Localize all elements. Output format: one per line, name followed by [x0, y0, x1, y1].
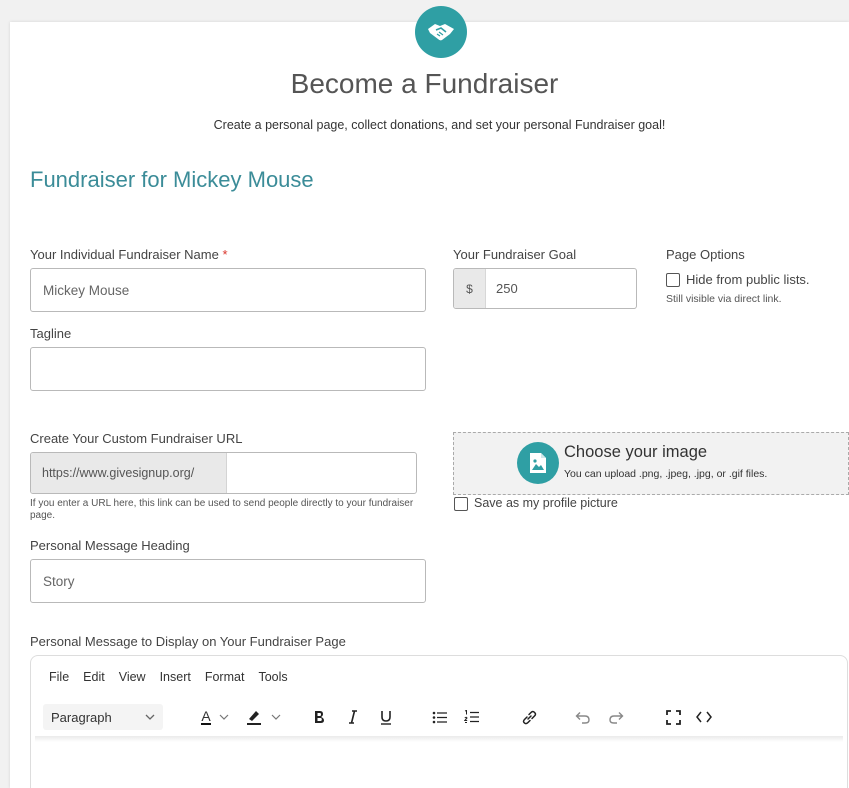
- image-file-icon: [530, 453, 546, 473]
- handshake-badge: [415, 6, 467, 58]
- italic-button[interactable]: [340, 704, 366, 730]
- source-code-button[interactable]: [691, 704, 717, 730]
- block-format-value: Paragraph: [51, 709, 112, 725]
- upload-title: Choose your image: [564, 443, 708, 461]
- highlight-button[interactable]: [241, 704, 285, 730]
- tagline-input[interactable]: [30, 347, 426, 391]
- page-title: Become a Fundraiser: [290, 68, 559, 99]
- bold-button[interactable]: [306, 704, 332, 730]
- chevron-down-icon: [271, 714, 281, 720]
- chevron-down-icon: [219, 714, 229, 720]
- fundraiser-name-input[interactable]: Mickey Mouse: [30, 268, 426, 312]
- hide-public-checkbox[interactable]: [666, 273, 680, 287]
- hide-public-label: Hide from public lists.: [686, 272, 810, 287]
- menu-insert[interactable]: Insert: [160, 670, 191, 684]
- page-subtitle: Create a personal page, collect donation…: [213, 118, 666, 132]
- redo-icon: [609, 711, 624, 724]
- text-color-icon: A: [201, 707, 211, 725]
- url-help-text: If you enter a URL here, this link can b…: [30, 498, 414, 521]
- name-label-text: Your Individual Fundraiser Name: [30, 247, 219, 262]
- name-label: Your Individual Fundraiser Name *: [30, 247, 228, 262]
- numbered-list-button[interactable]: [459, 704, 485, 730]
- menu-format[interactable]: Format: [205, 670, 245, 684]
- undo-icon: [575, 711, 590, 724]
- goal-label: Your Fundraiser Goal: [453, 247, 577, 262]
- hide-public-note: Still visible via direct link.: [666, 293, 782, 305]
- fundraiser-name-value: Mickey Mouse: [43, 282, 130, 298]
- undo-button[interactable]: [570, 704, 596, 730]
- currency-prefix: $: [454, 269, 486, 308]
- custom-url-input[interactable]: [227, 453, 416, 493]
- link-button[interactable]: [516, 704, 542, 730]
- goal-input[interactable]: $ 250: [453, 268, 637, 309]
- section-title: Fundraiser for Mickey Mouse: [30, 167, 314, 192]
- fullscreen-button[interactable]: [660, 704, 686, 730]
- url-prefix: https://www.givesignup.org/: [31, 453, 227, 493]
- rich-text-editor[interactable]: File Edit View Insert Format Tools Parag…: [30, 655, 848, 788]
- redo-button[interactable]: [603, 704, 629, 730]
- fullscreen-icon: [665, 709, 681, 725]
- link-icon: [522, 710, 536, 724]
- underline-button[interactable]: [373, 704, 399, 730]
- bold-icon: [315, 711, 324, 723]
- menu-edit[interactable]: Edit: [83, 670, 105, 684]
- profile-picture-checkbox[interactable]: [454, 497, 468, 511]
- handshake-icon: [428, 24, 454, 41]
- upload-note: You can upload .png, .jpeg, .jpg, or .gi…: [564, 468, 768, 480]
- numbered-list-icon: [464, 710, 479, 723]
- menu-file[interactable]: File: [49, 670, 69, 684]
- goal-value: 250: [496, 281, 518, 296]
- page-options-label: Page Options: [666, 247, 745, 262]
- underline-icon: [381, 710, 391, 725]
- editor-menubar: File Edit View Insert Format Tools: [49, 670, 302, 684]
- menu-view[interactable]: View: [119, 670, 146, 684]
- bullet-list-button[interactable]: [427, 704, 453, 730]
- message-heading-input[interactable]: Story: [30, 559, 426, 603]
- custom-url-field: https://www.givesignup.org/: [30, 452, 417, 494]
- message-heading-value: Story: [43, 573, 75, 589]
- source-code-icon: [696, 711, 712, 723]
- message-label: Personal Message to Display on Your Fund…: [30, 634, 346, 649]
- italic-icon: [349, 710, 357, 724]
- text-color-button[interactable]: A: [193, 704, 237, 730]
- url-label: Create Your Custom Fundraiser URL: [30, 431, 243, 446]
- profile-picture-label: Save as my profile picture: [474, 496, 618, 510]
- toolbar-divider: [35, 736, 843, 742]
- menu-tools[interactable]: Tools: [258, 670, 287, 684]
- image-file-badge: [517, 442, 559, 484]
- message-heading-label: Personal Message Heading: [30, 538, 190, 553]
- chevron-down-icon: [145, 714, 155, 720]
- tagline-label: Tagline: [30, 326, 72, 341]
- editor-toolbar: Paragraph A: [43, 704, 839, 734]
- image-upload-dropzone[interactable]: Choose your image You can upload .png, .…: [453, 432, 849, 495]
- bullet-list-icon: [432, 711, 447, 723]
- block-format-select[interactable]: Paragraph: [43, 704, 163, 730]
- highlight-icon: [247, 711, 261, 725]
- required-mark: *: [222, 247, 228, 262]
